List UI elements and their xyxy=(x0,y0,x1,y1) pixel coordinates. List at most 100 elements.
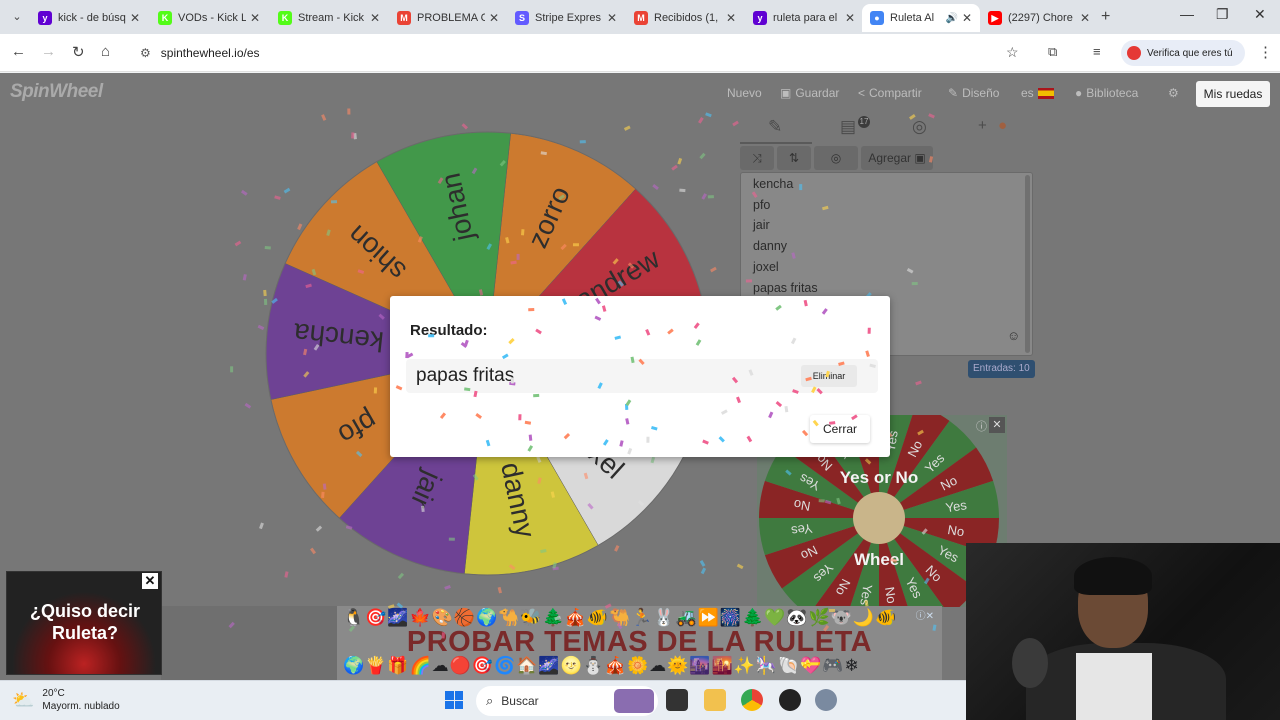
confetti-piece xyxy=(651,425,658,431)
confetti-piece xyxy=(602,439,609,446)
emoji-icon[interactable]: ☺ xyxy=(1007,328,1020,343)
edit-entries-pencil-icon[interactable]: ✎ xyxy=(768,117,782,137)
browser-tab[interactable]: M PROBLEMA C ✕ xyxy=(389,4,507,32)
confetti-piece xyxy=(768,411,774,419)
confetti-piece xyxy=(748,369,754,376)
yes-no-segment-label: No xyxy=(793,497,812,514)
webcam-microphone xyxy=(1012,638,1048,688)
entry-line[interactable]: jair xyxy=(753,218,770,232)
maximize-button[interactable]: ❐ xyxy=(1216,6,1229,23)
reload-button[interactable]: ↻ xyxy=(72,43,85,61)
forward-button[interactable]: → xyxy=(41,43,56,60)
image-icon: ▣ xyxy=(914,151,926,165)
tab-close-icon[interactable]: ✕ xyxy=(1080,11,1090,25)
tab-close-icon[interactable]: ✕ xyxy=(130,11,140,25)
entry-line[interactable]: kencha xyxy=(753,177,793,191)
tab-close-icon[interactable]: ✕ xyxy=(962,11,972,25)
entry-line[interactable]: pfo xyxy=(753,198,770,212)
confetti-piece xyxy=(851,414,858,421)
tab-close-icon[interactable]: ✕ xyxy=(250,11,260,25)
tab-close-icon[interactable]: ✕ xyxy=(726,11,736,25)
browser-tab[interactable]: K Stream - Kick ✕ xyxy=(270,4,388,32)
ad-close-icon[interactable]: ✕ xyxy=(989,417,1005,433)
add-image-button[interactable]: Agregar ▣ xyxy=(861,146,933,170)
browser-tab[interactable]: ● Ruleta Al 🔊 ✕ xyxy=(862,4,980,32)
back-button[interactable]: ← xyxy=(11,43,26,60)
tab-search-icon[interactable]: ⌄ xyxy=(8,8,26,26)
menu-diseno[interactable]: ✎ Diseño xyxy=(948,86,999,100)
confetti-piece xyxy=(775,400,783,408)
chrome-icon[interactable] xyxy=(741,689,763,711)
tab-favicon-icon: K xyxy=(278,11,292,25)
roulette-ad-text: ¿Quiso decir Ruleta? xyxy=(29,601,141,643)
language-selector[interactable]: es xyxy=(1021,86,1054,100)
close-window-button[interactable]: ✕ xyxy=(1254,6,1266,23)
confetti-piece xyxy=(736,396,742,404)
obs-icon[interactable] xyxy=(779,689,801,711)
confetti-piece xyxy=(811,386,817,394)
weather-widget[interactable]: ⛅ 20°C Mayorm. nublado xyxy=(12,687,120,713)
tab-close-icon[interactable]: ✕ xyxy=(489,11,499,25)
sort-button[interactable]: ⇅ xyxy=(777,146,811,170)
home-button[interactable]: ⌂ xyxy=(101,43,110,60)
webcam-overlay xyxy=(966,543,1280,720)
entries-scrollbar[interactable] xyxy=(1025,175,1030,353)
banner-ad-info-icon[interactable]: ⓘ✕ xyxy=(916,607,934,622)
entry-line[interactable]: papas fritas xyxy=(753,281,818,295)
confetti-piece xyxy=(614,335,622,340)
confetti-piece xyxy=(790,337,797,345)
roulette-ad[interactable]: ¿Quiso decir Ruleta? ✕ xyxy=(6,571,162,675)
site-logo[interactable]: SpinWheel xyxy=(10,81,103,103)
confetti-piece xyxy=(638,358,645,366)
browser-tab[interactable]: M Recibidos (1, ✕ xyxy=(626,4,744,32)
start-windows-icon[interactable] xyxy=(445,691,463,709)
tab-strip: ⌄ y kick - de búsq ✕ K VODs - Kick L ✕ K Stream… xyxy=(0,0,1280,34)
file-explorer-icon[interactable] xyxy=(704,689,726,711)
browser-tab[interactable]: ▶ (2297) Chore ✕ xyxy=(980,4,1098,32)
tab-close-icon[interactable]: ✕ xyxy=(845,11,855,25)
confetti-piece xyxy=(528,434,533,441)
themes-banner-ad[interactable]: 🐧🎯🌌🍁🎨🏀🌍🐪🐝🌲🎪🐠🐫🏃🐰🚜⏩🎆🌲💚🐼🌿🐨🌙🐠 PROBAR TEMAS D… xyxy=(337,606,942,680)
color-wheel-icon[interactable]: ● xyxy=(998,117,1007,134)
tab-audio-icon[interactable]: 🔊 xyxy=(945,13,957,24)
bookmark-star-icon[interactable]: ☆ xyxy=(1006,44,1019,61)
site-info-icon[interactable]: ⚙ xyxy=(140,46,151,60)
verify-label: Verifica que eres tú xyxy=(1147,47,1233,59)
entry-line[interactable]: danny xyxy=(753,239,787,253)
hide-eye-icon[interactable]: ◎ xyxy=(912,117,927,137)
verify-profile-button[interactable]: Verifica que eres tú xyxy=(1121,40,1245,66)
menu-compartir[interactable]: < Compartir xyxy=(858,86,922,100)
my-wheels-button[interactable]: Mis ruedas xyxy=(1196,81,1270,107)
settings-icon[interactable]: ⚙ xyxy=(1168,86,1179,100)
browser-tab[interactable]: S Stripe Expres ✕ xyxy=(507,4,625,32)
tab-title: PROBLEMA C xyxy=(417,12,485,24)
settings-gear-icon[interactable] xyxy=(815,689,837,711)
menu-guardar[interactable]: ▣ Guardar xyxy=(780,86,839,100)
ad-info-icon[interactable]: ⓘ xyxy=(976,418,987,434)
add-wheel-plus-icon[interactable]: + xyxy=(978,117,987,134)
confetti-piece xyxy=(869,363,876,369)
menu-biblioteca[interactable]: ● Biblioteca xyxy=(1075,86,1138,100)
weight-button[interactable]: ◎ xyxy=(814,146,858,170)
browser-tab[interactable]: y kick - de búsq ✕ xyxy=(30,4,148,32)
browser-tab[interactable]: K VODs - Kick L ✕ xyxy=(150,4,268,32)
entry-line[interactable]: joxel xyxy=(753,260,779,274)
roulette-ad-close-icon[interactable]: ✕ xyxy=(142,573,158,589)
tab-close-icon[interactable]: ✕ xyxy=(370,11,380,25)
results-count-badge: 17 xyxy=(858,116,870,128)
new-tab-button[interactable]: + xyxy=(1101,8,1110,26)
results-clipboard-icon[interactable]: ▤ xyxy=(840,117,856,137)
extensions-icon[interactable]: ⧉ xyxy=(1048,44,1057,60)
browser-menu-icon[interactable]: ⋮ xyxy=(1258,43,1273,61)
shuffle-button[interactable]: ⤨ xyxy=(740,146,774,170)
minimize-button[interactable]: — xyxy=(1180,6,1194,22)
menu-nuevo[interactable]: Nuevo xyxy=(727,86,762,100)
taskbar-search[interactable]: ⌕ Buscar xyxy=(476,686,658,716)
media-controls-icon[interactable]: ≡ xyxy=(1093,44,1101,59)
confetti-piece xyxy=(702,439,709,445)
browser-tab[interactable]: y ruleta para el ✕ xyxy=(745,4,863,32)
task-view-icon[interactable] xyxy=(666,689,688,711)
address-bar[interactable]: ⚙ spinthewheel.io/es xyxy=(128,39,1048,67)
dialog-confetti xyxy=(395,297,876,455)
tab-close-icon[interactable]: ✕ xyxy=(607,11,617,25)
